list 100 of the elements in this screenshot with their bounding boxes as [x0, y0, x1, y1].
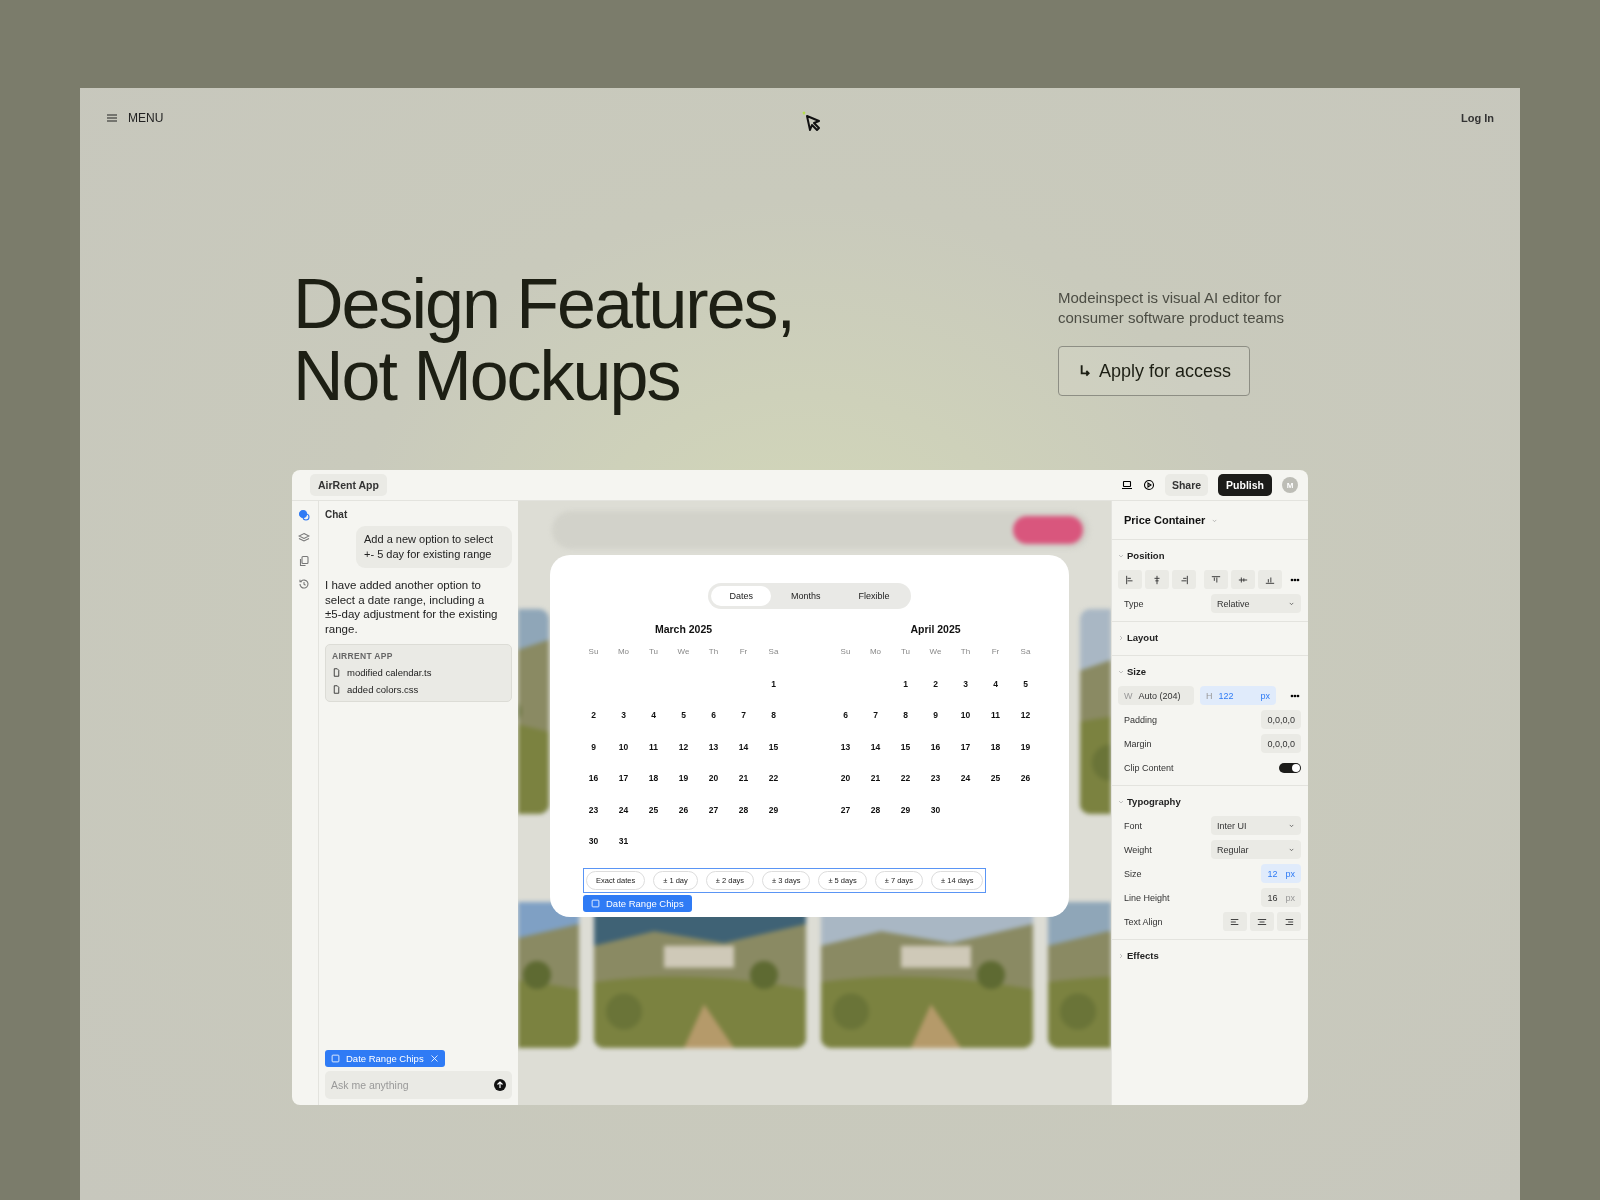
- calendar-day[interactable]: 16: [930, 741, 941, 752]
- property-field[interactable]: 0,0,0,0: [1261, 710, 1301, 729]
- calendar-day[interactable]: 13: [840, 741, 851, 752]
- context-chip[interactable]: Date Range Chips: [325, 1050, 445, 1067]
- section-header[interactable]: Effects: [1118, 950, 1301, 961]
- calendar-day[interactable]: 24: [960, 773, 971, 783]
- sidebar-tab[interactable]: [298, 509, 312, 523]
- calendar-day[interactable]: 14: [870, 741, 881, 752]
- segment-tab[interactable]: Flexible: [840, 586, 908, 606]
- property-field[interactable]: 12 px: [1261, 864, 1301, 883]
- calendar-day[interactable]: 30: [588, 836, 599, 846]
- calendar-day[interactable]: 9: [933, 710, 938, 720]
- property-field[interactable]: 0,0,0,0: [1261, 734, 1301, 753]
- calendar-day[interactable]: 17: [618, 773, 629, 783]
- calendar-day[interactable]: 27: [708, 804, 719, 815]
- calendar-day[interactable]: 5: [681, 710, 686, 720]
- calendar-day[interactable]: 28: [738, 804, 749, 815]
- calendar-day[interactable]: 30: [930, 804, 941, 815]
- publish-button[interactable]: Publish: [1218, 474, 1272, 496]
- calendar-day[interactable]: 21: [738, 773, 749, 783]
- calendar-day[interactable]: 18: [990, 741, 1001, 752]
- calendar-day[interactable]: 3: [621, 710, 626, 720]
- calendar-day[interactable]: 20: [708, 773, 719, 783]
- calendar-day[interactable]: 1: [771, 678, 776, 689]
- text-align-button[interactable]: [1250, 912, 1274, 931]
- sidebar-tab[interactable]: [298, 555, 312, 569]
- send-icon[interactable]: [494, 1079, 506, 1091]
- section-header[interactable]: Layout: [1118, 632, 1301, 643]
- toggle-switch[interactable]: [1279, 762, 1301, 773]
- calendar-day[interactable]: 14: [738, 741, 749, 752]
- calendar-day[interactable]: 29: [768, 804, 779, 815]
- calendar-day[interactable]: 5: [1023, 678, 1028, 689]
- segment-tab[interactable]: Months: [773, 586, 839, 606]
- calendar-day[interactable]: 23: [588, 804, 599, 815]
- calendar-day[interactable]: 18: [648, 773, 659, 783]
- menu-button[interactable]: MENU: [106, 111, 164, 125]
- text-align-button[interactable]: [1223, 912, 1247, 931]
- align-button[interactable]: [1172, 570, 1196, 589]
- calendar-day[interactable]: 21: [870, 773, 881, 783]
- segment-tab[interactable]: Dates: [711, 586, 771, 606]
- project-name[interactable]: AirRent App: [310, 474, 387, 496]
- property-field[interactable]: 16 px: [1261, 888, 1301, 907]
- calendar-day[interactable]: 6: [711, 710, 716, 720]
- calendar-day[interactable]: 17: [960, 741, 971, 752]
- calendar-day[interactable]: 12: [678, 741, 689, 752]
- calendar-day[interactable]: 27: [840, 804, 851, 815]
- calendar-day[interactable]: 8: [771, 710, 776, 720]
- share-button[interactable]: Share: [1164, 474, 1209, 496]
- calendar-day[interactable]: 10: [960, 710, 971, 720]
- calendar-day[interactable]: 31: [618, 836, 629, 846]
- calendar-day[interactable]: 11: [649, 741, 658, 752]
- calendar-day[interactable]: 26: [1020, 773, 1031, 783]
- calendar-day[interactable]: 29: [900, 804, 911, 815]
- align-button[interactable]: [1118, 570, 1142, 589]
- calendar-day[interactable]: 19: [678, 773, 689, 783]
- calendar-day[interactable]: 26: [678, 804, 689, 815]
- calendar-day[interactable]: 2: [591, 710, 596, 720]
- calendar-day[interactable]: 8: [903, 710, 908, 720]
- calendar-day[interactable]: 22: [900, 773, 911, 783]
- calendar-day[interactable]: 16: [588, 773, 599, 783]
- calendar-day[interactable]: 9: [591, 741, 596, 752]
- section-header[interactable]: Size: [1118, 666, 1301, 677]
- calendar-day[interactable]: 24: [618, 804, 629, 815]
- calendar-day[interactable]: 13: [708, 741, 719, 752]
- calendar-day[interactable]: 22: [768, 773, 779, 783]
- sidebar-tab[interactable]: [298, 578, 312, 592]
- align-button[interactable]: [1257, 570, 1282, 589]
- login-link[interactable]: Log In: [1461, 112, 1494, 124]
- calendar-day[interactable]: 2: [933, 678, 938, 689]
- calendar-day[interactable]: 23: [930, 773, 941, 783]
- calendar-day[interactable]: 12: [1020, 710, 1031, 720]
- chat-input[interactable]: Ask me anything: [325, 1071, 512, 1099]
- text-align-button[interactable]: [1277, 912, 1301, 931]
- width-field[interactable]: W Auto (204): [1118, 686, 1194, 705]
- calendar-day[interactable]: 10: [618, 741, 629, 752]
- align-button[interactable]: [1145, 570, 1169, 589]
- calendar-day[interactable]: 6: [843, 710, 848, 720]
- calendar-day[interactable]: 4: [993, 678, 998, 689]
- element-name[interactable]: Price Container: [1124, 514, 1206, 526]
- calendar-day[interactable]: 20: [840, 773, 851, 783]
- property-select[interactable]: Relative: [1211, 594, 1301, 613]
- section-header[interactable]: Position: [1118, 550, 1301, 561]
- calendar-day[interactable]: 25: [990, 773, 1001, 783]
- calendar-day[interactable]: 25: [648, 804, 659, 815]
- calendar-day[interactable]: 3: [963, 678, 968, 689]
- align-button[interactable]: [1203, 570, 1228, 589]
- calendar-day[interactable]: 15: [768, 741, 779, 752]
- property-select[interactable]: Inter UI: [1211, 816, 1301, 835]
- calendar-day[interactable]: 7: [741, 710, 746, 720]
- calendar-day[interactable]: 4: [651, 710, 656, 720]
- calendar-day[interactable]: 11: [991, 710, 1000, 720]
- apply-button[interactable]: Apply for access: [1058, 346, 1251, 396]
- calendar-day[interactable]: 28: [870, 804, 881, 815]
- calendar-day[interactable]: 1: [903, 678, 908, 689]
- section-header[interactable]: Typography: [1118, 796, 1301, 807]
- height-field[interactable]: H 122 px: [1200, 686, 1276, 705]
- property-select[interactable]: Regular: [1211, 840, 1301, 859]
- calendar-day[interactable]: 19: [1020, 741, 1031, 752]
- calendar-day[interactable]: 15: [900, 741, 911, 752]
- calendar-day[interactable]: 7: [873, 710, 878, 720]
